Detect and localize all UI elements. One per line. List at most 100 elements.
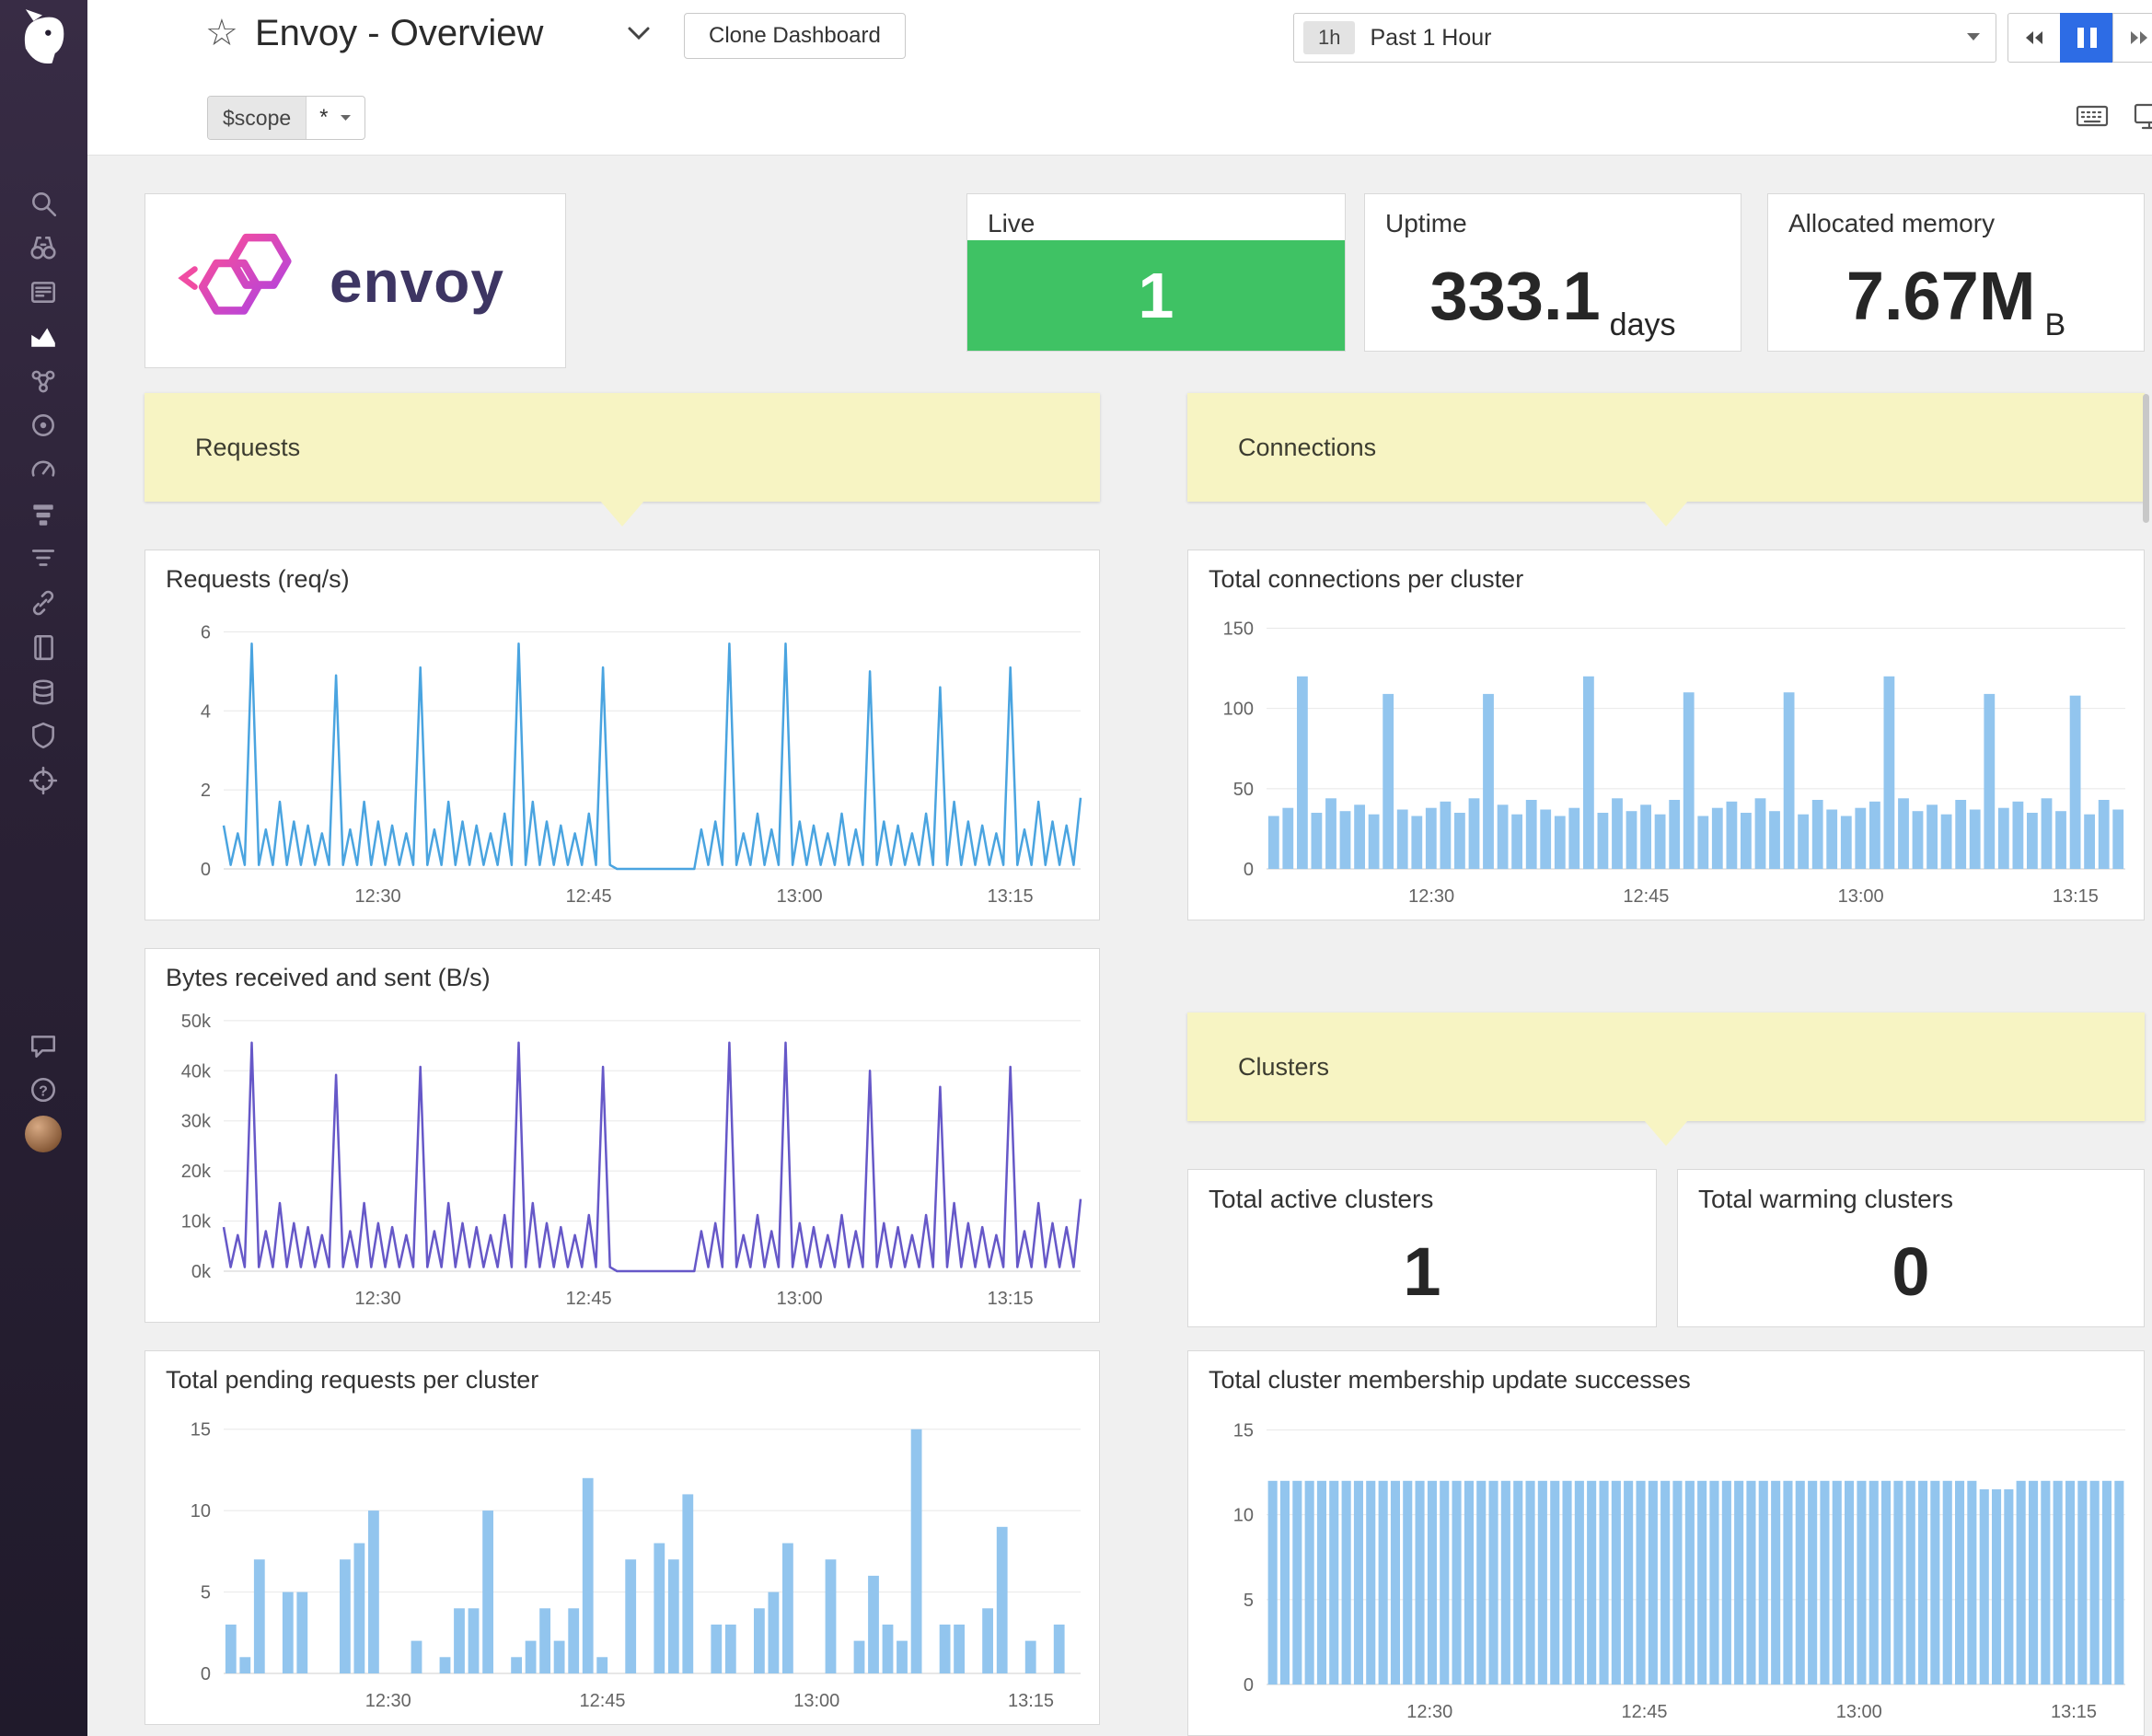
svg-text:13:00: 13:00 <box>1836 1702 1882 1722</box>
scope-caret-down-icon <box>340 114 352 122</box>
host-map-icon[interactable] <box>29 366 58 396</box>
uptime-title: Uptime <box>1365 194 1741 238</box>
svg-text:13:15: 13:15 <box>988 1289 1034 1309</box>
gauge-icon[interactable] <box>29 455 58 484</box>
time-preset-chip[interactable]: 1h <box>1303 21 1355 54</box>
membership-chart-plot[interactable]: 05101512:3012:4513:0013:15 <box>1188 1402 2144 1735</box>
pending-requests-chart-card: Total pending requests per cluster 05101… <box>145 1350 1100 1725</box>
dashboard-page: ? ☆ Envoy - Overview Clone Dashboard 1h … <box>0 0 2152 1736</box>
svg-text:15: 15 <box>1233 1420 1254 1441</box>
time-caret-down-icon <box>1966 29 1981 46</box>
svg-text:13:15: 13:15 <box>2053 886 2099 907</box>
present-mode-icon[interactable] <box>2133 99 2152 133</box>
notebooks-icon[interactable] <box>29 632 58 662</box>
active-clusters-value: 1 <box>1403 1238 1440 1306</box>
svg-text:?: ? <box>39 1083 48 1099</box>
pending-requests-chart-plot[interactable]: 05101512:3012:4513:0013:15 <box>145 1402 1099 1724</box>
svg-text:12:45: 12:45 <box>1621 1702 1667 1722</box>
svg-text:30k: 30k <box>181 1112 212 1132</box>
note-clusters-tail <box>1644 1120 1688 1146</box>
svg-text:12:30: 12:30 <box>365 1691 411 1711</box>
svg-text:12:30: 12:30 <box>1406 1702 1452 1722</box>
title-caret-down-icon[interactable] <box>627 26 651 45</box>
svg-text:6: 6 <box>201 622 211 642</box>
requests-chart-plot[interactable]: 024612:3012:4513:0013:15 <box>145 601 1099 920</box>
svg-text:5: 5 <box>1244 1591 1254 1611</box>
svg-text:0k: 0k <box>191 1262 212 1282</box>
svg-text:13:15: 13:15 <box>988 886 1034 907</box>
allocated-memory-title: Allocated memory <box>1768 194 2144 238</box>
note-connections-tail <box>1644 501 1688 527</box>
membership-chart-title: Total cluster membership update successe… <box>1188 1351 2144 1395</box>
requests-chart-card: Requests (req/s) 024612:3012:4513:0013:1… <box>145 550 1100 920</box>
note-clusters: Clusters <box>1187 1013 2145 1121</box>
logs-icon[interactable] <box>29 677 58 707</box>
allocated-memory-card: Allocated memory 7.67M B <box>1767 193 2145 352</box>
template-variable-scope[interactable]: $scope * <box>207 96 365 140</box>
events-icon[interactable] <box>29 277 58 307</box>
connections-chart-plot[interactable]: 05010015012:3012:4513:0013:15 <box>1188 601 2144 920</box>
binoculars-icon[interactable] <box>29 233 58 262</box>
svg-text:10: 10 <box>1233 1506 1254 1526</box>
scope-value-select[interactable]: * <box>307 97 364 139</box>
svg-text:0: 0 <box>201 860 211 880</box>
scrollbar-thumb[interactable] <box>2143 394 2149 523</box>
note-requests-tail <box>600 501 644 527</box>
svg-text:5: 5 <box>201 1583 211 1603</box>
clone-dashboard-button[interactable]: Clone Dashboard <box>684 13 906 59</box>
security-shield-icon[interactable] <box>29 721 58 750</box>
uptime-value: 333.1 <box>1429 262 1600 330</box>
keyboard-shortcuts-icon[interactable] <box>2076 99 2109 133</box>
svg-text:0: 0 <box>1244 860 1254 880</box>
uptime-unit: days <box>1610 307 1676 351</box>
time-range-select[interactable]: 1h Past 1 Hour <box>1293 13 1996 63</box>
rewind-button[interactable] <box>2007 13 2061 63</box>
favorite-star-icon[interactable]: ☆ <box>205 11 238 55</box>
monitors-icon[interactable] <box>29 411 58 440</box>
uptime-card: Uptime 333.1 days <box>1364 193 1741 352</box>
svg-text:12:30: 12:30 <box>355 886 401 907</box>
svg-text:12:45: 12:45 <box>1623 886 1669 907</box>
svg-text:15: 15 <box>191 1420 211 1441</box>
svg-text:13:00: 13:00 <box>777 1289 823 1309</box>
allocated-memory-value: 7.67M <box>1846 262 2036 330</box>
note-requests: Requests <box>145 393 1100 502</box>
user-avatar[interactable] <box>25 1116 62 1152</box>
help-icon[interactable]: ? <box>29 1075 58 1105</box>
datadog-logo-icon[interactable] <box>12 7 75 70</box>
bytes-chart-plot[interactable]: 0k10k20k30k40k50k12:3012:4513:0013:15 <box>145 1000 1099 1322</box>
envoy-logo-card: envoy <box>145 193 566 368</box>
pipelines-icon[interactable] <box>29 543 58 573</box>
svg-text:4: 4 <box>201 701 211 722</box>
live-card: Live 1 <box>966 193 1346 352</box>
pending-requests-chart-title: Total pending requests per cluster <box>145 1351 1099 1395</box>
metrics-icon-active[interactable] <box>29 321 58 351</box>
search-icon[interactable] <box>29 189 58 218</box>
playback-controls <box>2007 13 2152 63</box>
pause-button[interactable] <box>2060 13 2113 63</box>
apm-icon[interactable] <box>29 500 58 529</box>
svg-text:2: 2 <box>201 781 211 801</box>
connections-chart-title: Total connections per cluster <box>1188 550 2144 594</box>
svg-text:50: 50 <box>1233 780 1254 800</box>
scope-current-value: * <box>319 105 328 131</box>
warming-clusters-card: Total warming clusters 0 <box>1677 1169 2145 1327</box>
svg-text:12:45: 12:45 <box>579 1691 625 1711</box>
fast-forward-button[interactable] <box>2112 13 2152 63</box>
svg-text:12:30: 12:30 <box>1408 886 1454 907</box>
requests-chart-title: Requests (req/s) <box>145 550 1099 594</box>
svg-text:13:00: 13:00 <box>793 1691 839 1711</box>
live-value-block: 1 <box>967 240 1345 351</box>
synthetics-icon[interactable] <box>29 766 58 795</box>
connections-chart-card: Total connections per cluster 0501001501… <box>1187 550 2145 920</box>
svg-text:150: 150 <box>1223 619 1254 639</box>
svg-text:10k: 10k <box>181 1212 212 1233</box>
integrations-icon[interactable] <box>29 588 58 618</box>
warming-clusters-value: 0 <box>1892 1238 1929 1306</box>
envoy-logo-icon <box>173 222 311 341</box>
active-clusters-card: Total active clusters 1 <box>1187 1169 1657 1327</box>
note-connections-text: Connections <box>1238 393 1376 502</box>
chat-icon[interactable] <box>29 1031 58 1060</box>
note-connections: Connections <box>1187 393 2145 502</box>
svg-text:10: 10 <box>191 1501 211 1522</box>
